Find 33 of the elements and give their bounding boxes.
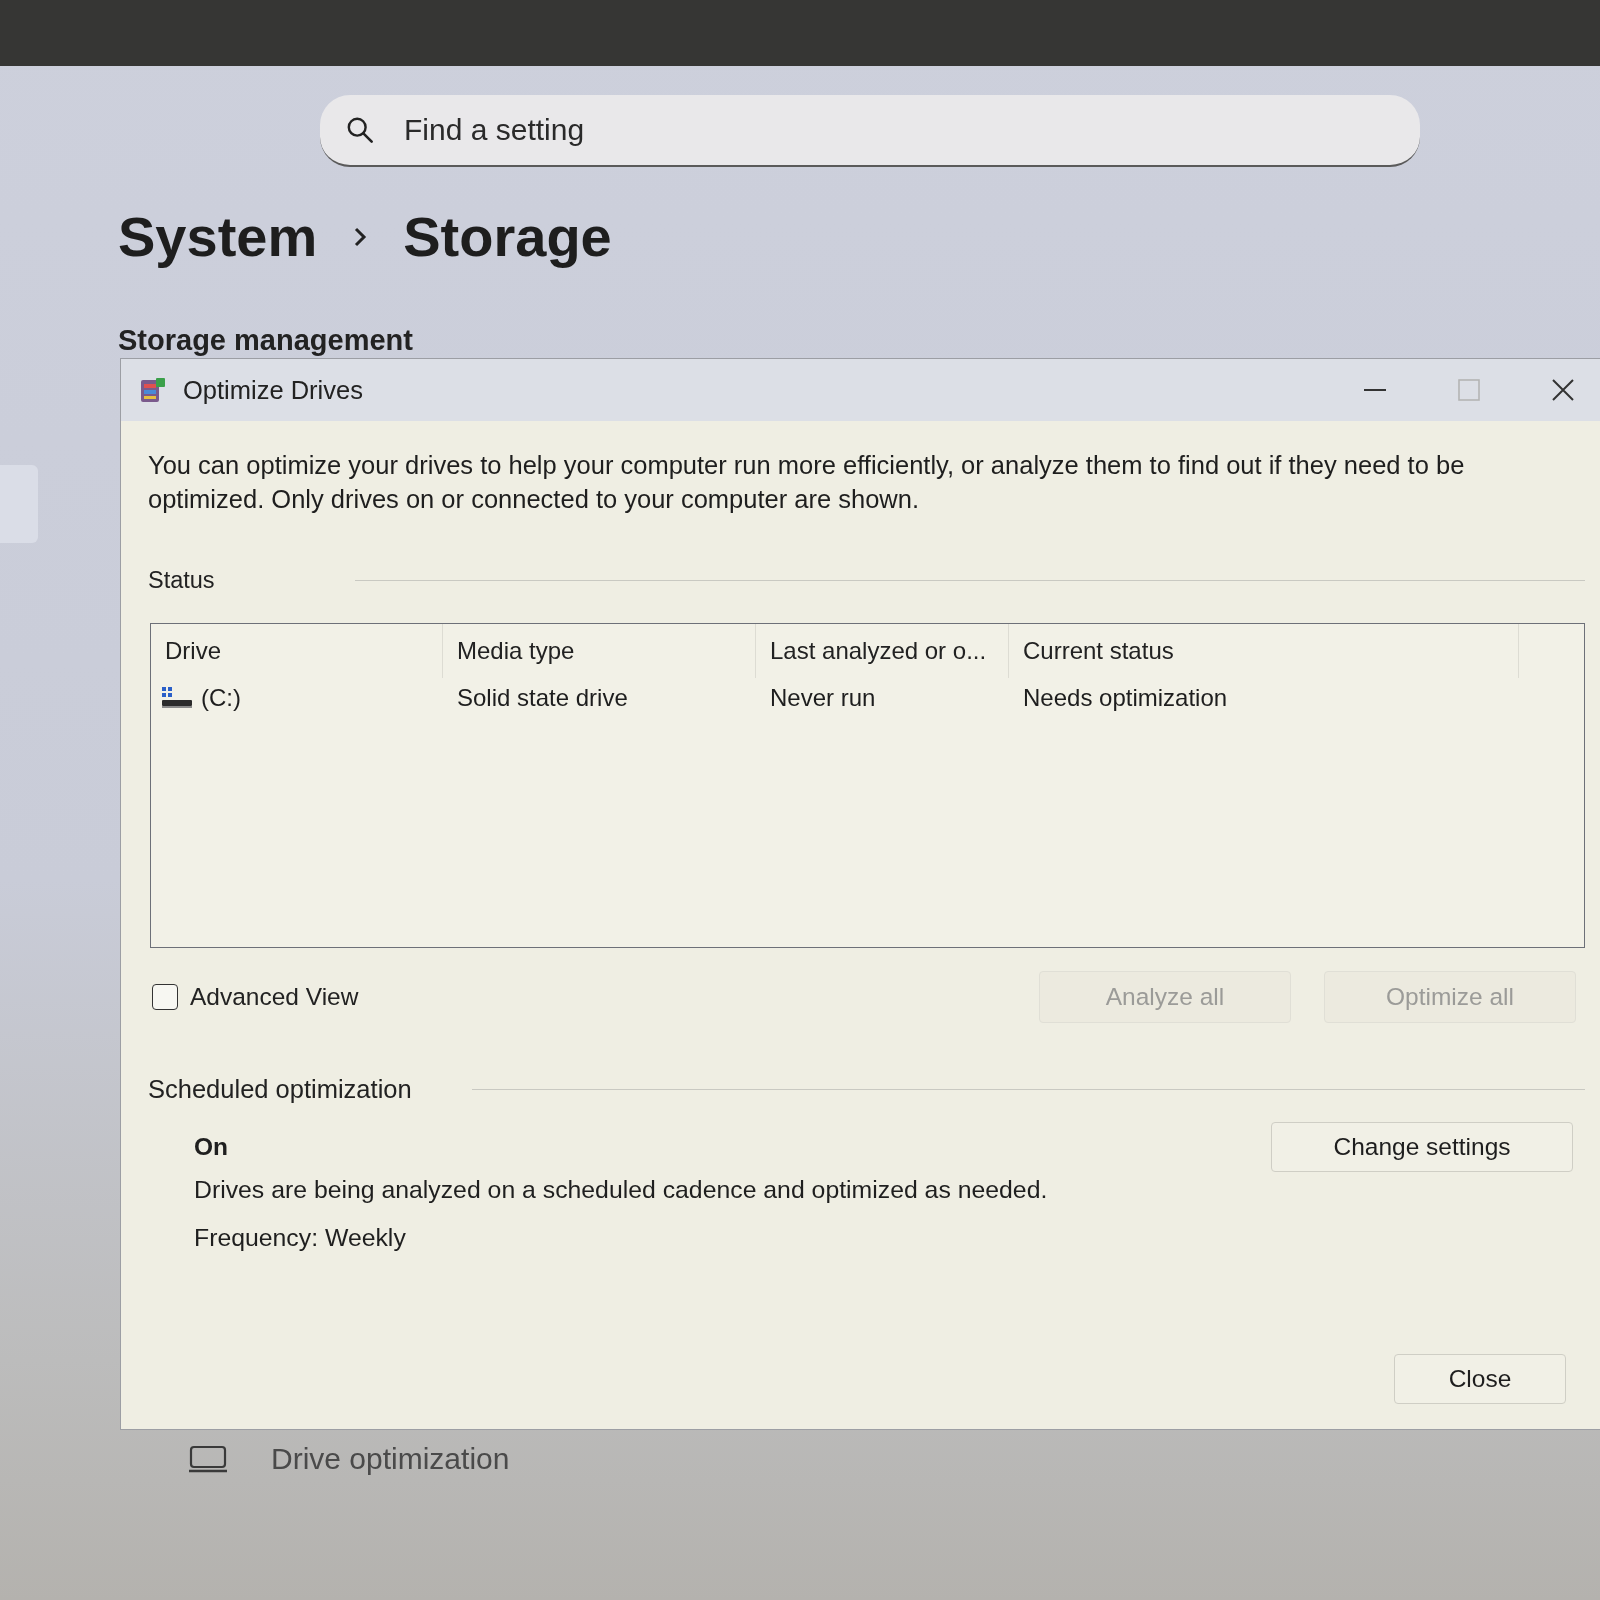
column-header[interactable]: Last analyzed or o... (756, 624, 1009, 678)
checkbox-label[interactable]: Advanced View (190, 983, 359, 1011)
laptop-icon (188, 1445, 228, 1473)
description-text: You can optimize your drives to help your computer run more efficiently, or analyze them to find out if they need to be optimized. Only drives on or connected to your computer are shown. (148, 450, 1466, 515)
close-icon (1552, 379, 1574, 401)
schedule-state: On (194, 1132, 230, 1162)
column-header[interactable]: Media type (443, 624, 756, 678)
change-settings-button[interactable]: Change settings (1271, 1122, 1573, 1172)
chevron-icon (353, 226, 368, 248)
close-button[interactable]: Close (1394, 1354, 1566, 1404)
table-cell: Never run (770, 683, 876, 713)
column-header[interactable]: Drive (151, 624, 443, 678)
group-label: Scheduled optimization (148, 1074, 412, 1104)
schedule-description: Drives are being analyzed on a scheduled cadence and optimized as needed. (194, 1175, 1048, 1205)
page-title: Storage (403, 204, 612, 270)
minimize-icon (1364, 389, 1386, 391)
maximize-icon (1458, 379, 1480, 401)
window-title: Optimize Drives (183, 375, 363, 405)
section-heading: Storage management (118, 323, 414, 357)
search-icon (346, 116, 374, 144)
search-field[interactable]: Find a setting (320, 95, 1420, 167)
settings-item-label[interactable]: Drive optimization (271, 1442, 510, 1476)
schedule-frequency: Frequency: Weekly (194, 1223, 407, 1253)
drive-icon (161, 686, 193, 710)
column-header[interactable]: Current status (1009, 624, 1519, 678)
breadcrumb-link[interactable]: System (118, 197, 318, 277)
table-cell: Solid state drive (457, 683, 628, 713)
app-icon (139, 376, 167, 404)
checkbox[interactable] (152, 984, 178, 1010)
group-label: Status (148, 566, 215, 594)
search-input[interactable]: Find a setting (404, 113, 1004, 147)
table-cell: (C:) (201, 683, 241, 713)
table-cell: Needs optimization (1023, 683, 1228, 713)
